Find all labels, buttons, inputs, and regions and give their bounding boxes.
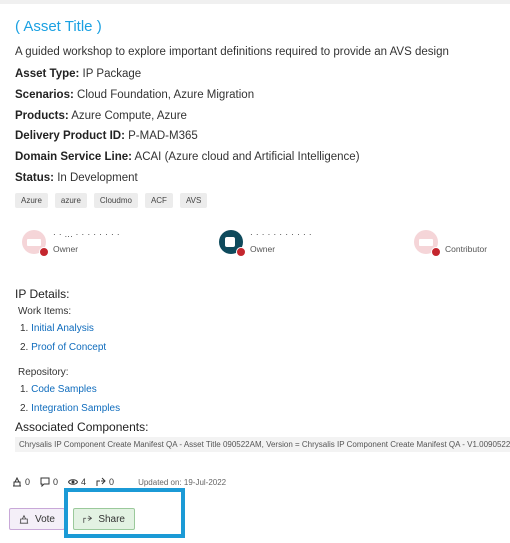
comment-count: 0 [40, 477, 58, 487]
person-name: · · ... · · · · · · · · [53, 230, 121, 237]
tag[interactable]: AVS [179, 193, 208, 208]
repository-item: 1. Code Samples [20, 384, 97, 395]
person-role: Owner [250, 244, 276, 254]
presence-status-icon [39, 247, 49, 257]
tag-list: Azure azure Cloudmo ACF AVS [15, 193, 208, 208]
repository-link[interactable]: Code Samples [31, 384, 97, 395]
stats-bar: 0 0 4 0 Updated on: 19-Jul-2022 [12, 477, 226, 487]
tag[interactable]: ACF [144, 193, 173, 208]
associated-components-heading: Associated Components: [15, 420, 149, 434]
asset-description: A guided workshop to explore important d… [15, 46, 449, 58]
work-items-label: Work Items: [18, 306, 72, 317]
share-icon [96, 477, 106, 486]
repository-link[interactable]: Integration Samples [31, 403, 120, 414]
updated-date: Updated on: 19-Jul-2022 [138, 477, 227, 487]
field-products: Products: Azure Compute, Azure [15, 110, 187, 122]
tag[interactable]: Azure [15, 193, 48, 208]
repository-label: Repository: [18, 367, 69, 378]
work-item: 2. Proof of Concept [20, 342, 107, 353]
person-role: Owner [53, 244, 79, 254]
work-item-link[interactable]: Initial Analysis [31, 323, 94, 334]
vote-button[interactable]: Vote [9, 508, 65, 530]
work-item: 1. Initial Analysis [20, 323, 94, 334]
field-status: Status: In Development [15, 172, 138, 184]
presence-status-icon [236, 247, 246, 257]
asset-title: ( Asset Title ) [15, 18, 102, 35]
associated-components-value: Chrysalis IP Component Create Manifest Q… [15, 437, 510, 452]
field-asset-type: Asset Type: IP Package [15, 68, 142, 80]
person-name: · · · · · · · · · · · [250, 230, 313, 237]
tag[interactable]: Cloudmo [93, 193, 138, 208]
work-item-link[interactable]: Proof of Concept [31, 342, 106, 353]
tag[interactable]: azure [54, 193, 87, 208]
view-count: 4 [68, 477, 86, 487]
presence-status-icon [431, 247, 441, 257]
vote-icon [19, 514, 29, 524]
vote-button-label: Vote [34, 513, 55, 525]
eye-icon [68, 479, 79, 485]
person-owner-1[interactable]: · · ... · · · · · · · · Owner [22, 230, 192, 260]
vote-count: 0 [12, 477, 30, 487]
field-delivery-product-id: Delivery Product ID: P-MAD-M365 [15, 130, 198, 142]
person-role: Contributor [445, 244, 488, 254]
person-contributor[interactable]: Contributor [414, 230, 504, 260]
repository-item: 2. Integration Samples [20, 403, 121, 414]
highlight-box [64, 488, 185, 538]
share-count: 0 [96, 477, 114, 487]
vote-icon [13, 477, 21, 487]
ip-details-heading: IP Details: [15, 287, 70, 301]
person-owner-2[interactable]: · · · · · · · · · · · Owner [219, 230, 399, 260]
comment-icon [40, 477, 50, 487]
top-bar [0, 0, 510, 4]
field-scenarios: Scenarios: Cloud Foundation, Azure Migra… [15, 89, 255, 101]
field-domain-service-line: Domain Service Line: ACAI (Azure cloud a… [15, 151, 360, 163]
